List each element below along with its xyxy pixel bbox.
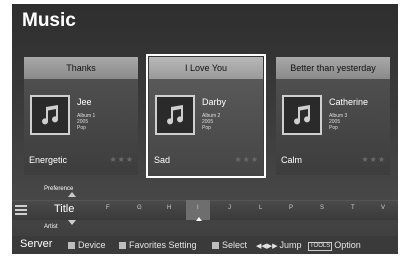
device-label: Device — [78, 240, 106, 250]
server-label[interactable]: Server — [20, 238, 52, 250]
card-genre: Pop — [202, 125, 211, 131]
arrow-up-icon[interactable] — [68, 192, 76, 197]
letter-index[interactable]: L — [259, 205, 262, 211]
tools-icon: TOOLS — [308, 242, 333, 251]
select-label: Select — [222, 240, 248, 250]
option-button[interactable]: TOOLS Option — [308, 240, 361, 251]
yellow-square-icon — [212, 242, 219, 249]
music-note-icon — [30, 95, 70, 135]
letter-index[interactable]: S — [320, 205, 324, 211]
card-title: Better than yesterday — [276, 57, 390, 79]
letter-index[interactable]: T — [351, 205, 355, 211]
arrow-down-icon[interactable] — [68, 220, 76, 225]
sort-option-current[interactable]: Title — [54, 203, 74, 215]
select-button[interactable]: Select — [212, 240, 247, 250]
card-title: I Love You — [149, 57, 263, 79]
bottom-help-bar: Server Device Favorites Setting Select ◀… — [12, 236, 398, 254]
music-card-thanks[interactable]: Thanks Jee Album 1 2005 Pop Energetic ★★… — [24, 57, 138, 175]
card-meta: Album 3 2005 Pop — [329, 113, 347, 131]
card-genre: Pop — [329, 125, 338, 131]
rating-stars-icon: ★★★ — [361, 155, 386, 164]
favorites-label: Favorites Setting — [129, 240, 197, 250]
list-icon — [15, 205, 27, 217]
music-note-icon — [282, 95, 322, 135]
device-button[interactable]: Device — [68, 240, 106, 250]
card-mood: Sad — [154, 155, 171, 165]
page-title: Music — [22, 10, 76, 31]
card-genre: Pop — [77, 125, 86, 131]
card-mood: Calm — [281, 155, 303, 165]
letter-index[interactable]: H — [167, 205, 171, 211]
letter-index[interactable]: V — [381, 205, 385, 211]
letter-cursor-icon — [196, 217, 202, 221]
green-square-icon — [119, 242, 126, 249]
rating-stars-icon: ★★★ — [234, 155, 259, 164]
card-meta: Album 1 2005 Pop — [77, 113, 95, 131]
jump-button[interactable]: ◀◀▶▶ Jump — [256, 240, 302, 250]
letter-index[interactable]: P — [289, 205, 293, 211]
rewind-forward-icon: ◀◀▶▶ — [256, 243, 278, 250]
card-artist: Darby — [202, 97, 227, 107]
jump-label: Jump — [279, 240, 302, 250]
card-mood: Energetic — [29, 155, 68, 165]
card-meta: Album 2 2005 Pop — [202, 113, 220, 131]
music-screen: Music Thanks Jee Album 1 2005 Pop Energe… — [12, 4, 398, 254]
rating-stars-icon: ★★★ — [109, 155, 134, 164]
card-artist: Jee — [77, 97, 92, 107]
favorites-setting-button[interactable]: Favorites Setting — [119, 240, 197, 250]
music-card-i-love-you[interactable]: I Love You Darby Album 2 2005 Pop Sad ★★… — [146, 54, 266, 178]
letter-index[interactable]: G — [137, 205, 142, 211]
music-card-better-than-yesterday[interactable]: Better than yesterday Catherine Album 3 … — [276, 57, 390, 175]
letter-index[interactable]: I — [197, 205, 199, 211]
letter-index[interactable]: J — [228, 205, 231, 211]
card-title: Thanks — [24, 57, 138, 79]
letter-index[interactable]: F — [106, 205, 110, 211]
card-artist: Catherine — [329, 97, 369, 107]
option-label: Option — [334, 240, 361, 250]
red-square-icon — [68, 242, 75, 249]
music-note-icon — [155, 95, 195, 135]
sort-option-below[interactable]: Artist — [44, 224, 58, 230]
